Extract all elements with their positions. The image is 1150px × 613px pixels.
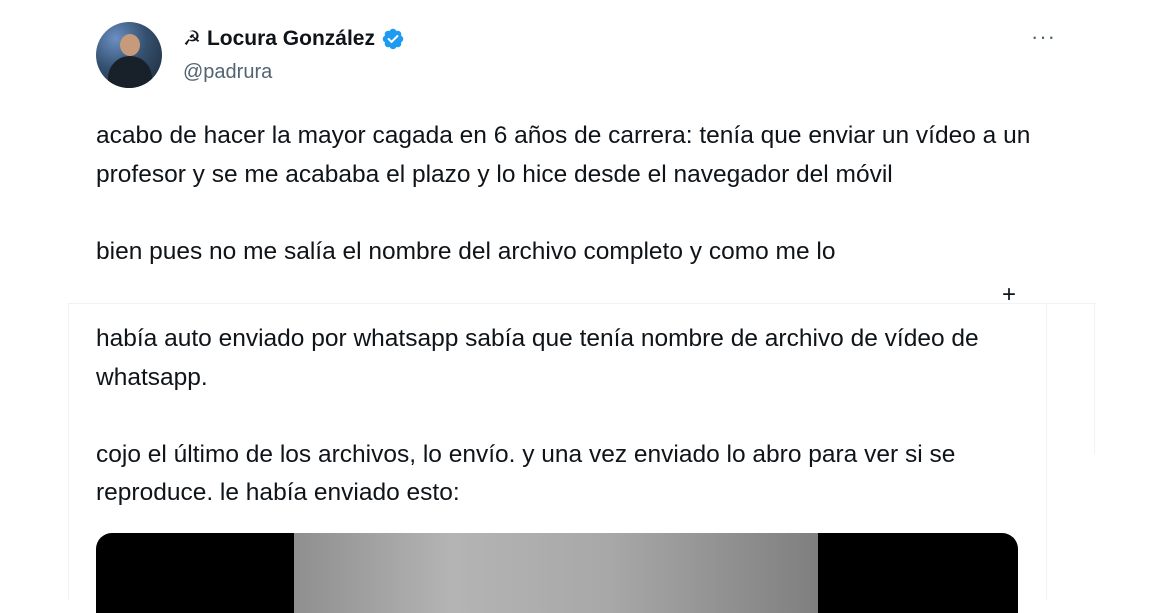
tweet-video-media[interactable] [96, 533, 1018, 613]
video-frame [294, 533, 818, 613]
card-right-border [1046, 304, 1047, 600]
card-left-border [68, 304, 69, 600]
avatar[interactable] [96, 22, 162, 88]
tweet-continuation-text: había auto enviado por whatsapp sabía qu… [96, 325, 979, 506]
author-display-name[interactable]: Locura González [207, 27, 375, 51]
verified-badge-icon [382, 28, 404, 49]
author-name-row[interactable]: ☭ Locura González [183, 26, 405, 51]
avatar-head [120, 34, 140, 56]
card-top-border [68, 303, 1096, 304]
name-prefix-icon: ☭ [183, 28, 201, 50]
author-handle[interactable]: @padrura [183, 61, 272, 84]
page-edge-line [1094, 304, 1095, 454]
more-options-icon[interactable]: ··· [1031, 24, 1056, 50]
tweet-text: acabo de hacer la mayor cagada en 6 años… [96, 122, 1031, 265]
avatar-body [108, 56, 152, 88]
expand-text-icon[interactable]: + [1002, 281, 1016, 309]
